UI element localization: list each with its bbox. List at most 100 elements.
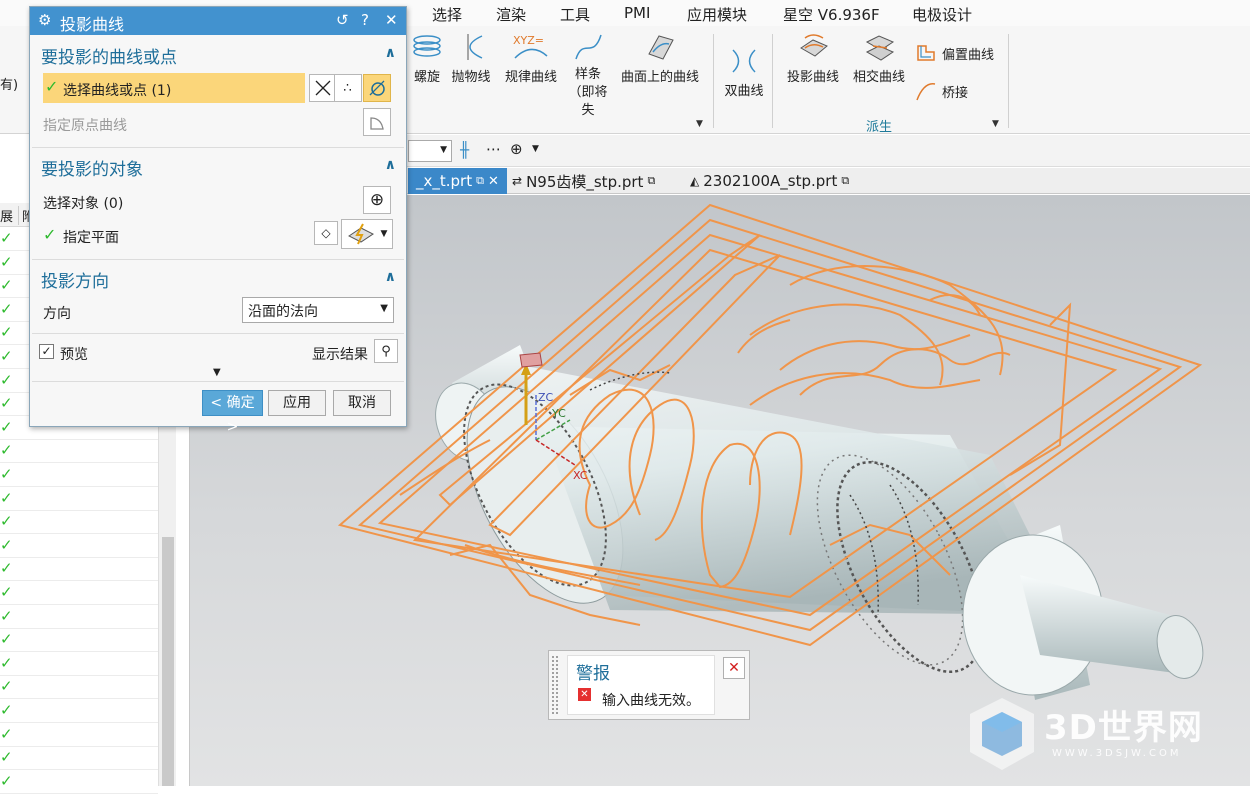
menu-select[interactable]: 选择 (432, 4, 462, 25)
more-icon[interactable]: ⋯ (486, 140, 501, 158)
navigator-row[interactable]: ✓ (0, 557, 158, 582)
origin-curve-icon (370, 117, 384, 130)
sketch-curve-button[interactable] (363, 74, 391, 102)
navigator-row[interactable]: ✓ (0, 770, 158, 794)
expand-more-icon[interactable]: ▼ (213, 367, 221, 378)
check-icon[interactable]: ✓ (0, 725, 13, 743)
preview-checkbox[interactable]: ✓ (39, 344, 54, 359)
plane-type-dropdown[interactable]: ▼ (341, 219, 393, 249)
navigator-row[interactable]: ✓ (0, 652, 158, 676)
scrollbar-thumb[interactable] (162, 537, 174, 786)
check-icon[interactable]: ✓ (0, 253, 13, 271)
point-dialog-button[interactable]: ∴ (334, 74, 362, 102)
law-curve-button[interactable]: XYZ= 规律曲线 (502, 32, 560, 85)
check-icon[interactable]: ✓ (0, 276, 13, 294)
menu-pmi[interactable]: PMI (624, 4, 650, 22)
check-icon[interactable]: ✓ (0, 489, 13, 507)
reset-icon[interactable]: ↺ (336, 11, 349, 29)
origin-curve-button[interactable] (363, 108, 391, 136)
check-icon[interactable]: ✓ (0, 654, 13, 672)
check-icon[interactable]: ✓ (0, 583, 13, 601)
section-curves-title[interactable]: 要投影的曲线或点 (41, 43, 177, 68)
select-object-button[interactable]: ⊕ (363, 186, 391, 214)
navigator-row[interactable]: ✓ (0, 581, 158, 605)
section-direction-title[interactable]: 投影方向 (41, 267, 109, 292)
plane-display-button[interactable]: ◇ (314, 221, 338, 245)
navigator-row[interactable]: ✓ (0, 628, 158, 653)
offset-curve-button[interactable]: 偏置曲线 (914, 42, 994, 64)
cancel-button[interactable]: 取消 (333, 390, 391, 416)
tab-x-t-prt[interactable]: _x_t.prt ⧉ ✕ (408, 168, 507, 194)
close-icon[interactable]: ✕ (488, 174, 499, 189)
section-objects-title[interactable]: 要投影的对象 (41, 155, 143, 180)
spline-button[interactable]: 样条（即将失 (566, 32, 610, 120)
navigator-row[interactable]: ✓ (0, 675, 158, 700)
show-result-button[interactable]: ⚲ (374, 339, 398, 363)
snap-point-icon[interactable]: ⊕ (510, 140, 523, 158)
apply-button[interactable]: 应用 (268, 390, 326, 416)
navigator-row[interactable]: ✓ (0, 605, 158, 629)
check-icon[interactable]: ✓ (0, 630, 13, 648)
snap-parallel-icon[interactable]: ╫ (460, 141, 469, 159)
direction-select[interactable]: 沿面的法向 ▼ (242, 297, 394, 323)
check-icon[interactable]: ✓ (0, 323, 13, 341)
help-icon[interactable]: ? (361, 11, 369, 29)
check-icon[interactable]: ✓ (0, 300, 13, 318)
check-icon: ✓ (43, 225, 57, 244)
filter-dropdown[interactable]: ▼ (408, 140, 452, 162)
check-icon[interactable]: ✓ (0, 347, 13, 365)
check-icon[interactable]: ✓ (0, 559, 13, 577)
derived-group-more-icon[interactable]: ▼ (992, 119, 999, 129)
ok-button[interactable]: < 确定 > (202, 390, 263, 435)
tab-2302100a-stp-prt[interactable]: ◭ 2302100A_stp.prt ⧉ (682, 168, 857, 194)
parabola-button[interactable]: 抛物线 (449, 32, 493, 85)
curve-rule-button[interactable] (309, 74, 337, 102)
close-icon[interactable]: ✕ (385, 11, 398, 29)
curve-on-surface-button[interactable]: 曲面上的曲线 (617, 32, 703, 85)
collapse-caret-icon[interactable]: ∧ (385, 269, 396, 285)
navigator-row[interactable]: ✓ (0, 439, 158, 464)
navigator-row[interactable]: ✓ (0, 746, 158, 771)
check-icon[interactable]: ✓ (0, 465, 13, 483)
tab-n95-stp-prt[interactable]: ⇄ N95齿模_stp.prt ⧉ (504, 168, 663, 194)
menu-app-modules[interactable]: 应用模块 (687, 4, 747, 25)
alert-popup: 警报 ✕ 输入曲线无效。 ✕ (548, 650, 750, 720)
navigator-row[interactable]: ✓ (0, 723, 158, 747)
column-header-expand[interactable]: 展 (0, 206, 13, 225)
navigator-row[interactable]: ✓ (0, 463, 158, 487)
check-icon[interactable]: ✓ (0, 371, 13, 389)
dialog-title-bar[interactable]: ⚙ 投影曲线 ↺ ? ✕ (30, 7, 406, 35)
check-icon[interactable]: ✓ (0, 512, 13, 530)
collapse-caret-icon[interactable]: ∧ (385, 45, 396, 61)
navigator-row[interactable]: ✓ (0, 510, 158, 535)
bridge-curve-button[interactable]: 桥接 (914, 80, 968, 102)
menu-electrode-design[interactable]: 电极设计 (912, 4, 972, 25)
check-icon[interactable]: ✓ (0, 229, 13, 247)
check-icon[interactable]: ✓ (0, 418, 13, 436)
close-icon[interactable]: ✕ (723, 657, 745, 679)
project-curve-button[interactable]: 投影曲线 (782, 32, 844, 85)
menu-tools[interactable]: 工具 (560, 4, 590, 25)
check-icon[interactable]: ✓ (0, 772, 13, 790)
intersect-curve-button[interactable]: 相交曲线 (848, 32, 910, 85)
helix-button[interactable]: 螺旋 (410, 32, 444, 85)
navigator-row[interactable]: ✓ (0, 699, 158, 723)
curve-group-more-icon[interactable]: ▼ (696, 119, 703, 129)
check-icon[interactable]: ✓ (0, 677, 13, 695)
drag-grip-icon[interactable] (551, 655, 559, 715)
check-icon[interactable]: ✓ (0, 748, 13, 766)
direction-value: 沿面的法向 (248, 304, 318, 320)
check-icon[interactable]: ✓ (0, 701, 13, 719)
chevron-down-icon[interactable]: ▼ (532, 144, 539, 154)
check-icon[interactable]: ✓ (0, 441, 13, 459)
check-icon[interactable]: ✓ (0, 536, 13, 554)
menu-xingkong[interactable]: 星空 V6.936F (783, 4, 880, 25)
menu-render[interactable]: 渲染 (496, 4, 526, 25)
check-icon[interactable]: ✓ (0, 607, 13, 625)
collapse-caret-icon[interactable]: ∧ (385, 157, 396, 173)
navigator-row[interactable]: ✓ (0, 534, 158, 558)
check-icon[interactable]: ✓ (0, 394, 13, 412)
hyperbola-button[interactable]: 双曲线 (720, 46, 768, 99)
select-curves-row[interactable]: ✓ 选择曲线或点 (1) (43, 73, 305, 103)
navigator-row[interactable]: ✓ (0, 487, 158, 511)
